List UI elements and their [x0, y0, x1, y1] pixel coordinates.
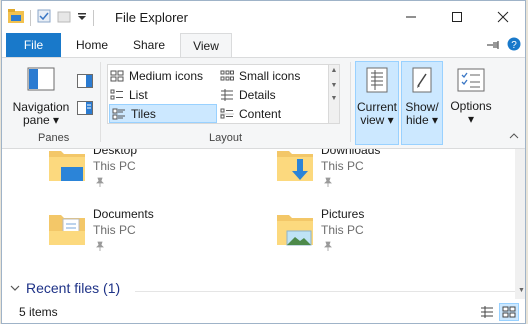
content-icon [220, 108, 234, 118]
preview-pane-icon[interactable] [77, 74, 93, 91]
new-folder-icon[interactable] [57, 9, 71, 26]
window-title: File Explorer [115, 10, 188, 25]
current-view-icon [366, 67, 388, 93]
pin-icon [95, 176, 105, 190]
status-view-buttons [477, 303, 519, 321]
scroll-down-icon[interactable]: ▼ [518, 287, 525, 294]
tab-view[interactable]: View [180, 33, 232, 58]
file-explorer-icon[interactable] [8, 9, 24, 26]
layout-small-icons[interactable]: Small icons [218, 66, 326, 85]
navigation-pane-icon [27, 67, 55, 91]
recent-files-label: Recent files (1) [26, 280, 121, 296]
folder-tile-desktop[interactable]: Desktop This PC [47, 149, 247, 193]
layout-details[interactable]: Details [218, 85, 326, 104]
panes-group-label: Panes [38, 132, 70, 144]
ribbon-view: Navigation pane ▾ Panes Medium icons Sma… [2, 57, 525, 149]
layout-tiles[interactable]: Tiles [109, 104, 217, 123]
options-button[interactable]: Options ▾ [446, 61, 496, 145]
gallery-expand-icon[interactable]: ▼ [329, 95, 339, 102]
recent-files-header[interactable]: Recent files (1) [10, 280, 120, 296]
file-explorer-window: File Explorer File Home Share View ? Nav… [1, 0, 526, 324]
options-icon [457, 68, 485, 92]
layout-gallery-scroller[interactable]: ▲ ▼ ▼ [328, 64, 340, 124]
current-view-button[interactable]: Current view ▾ [355, 61, 399, 145]
folder-name: Documents [93, 207, 154, 221]
layout-gallery: Medium icons Small icons List Details Ti… [107, 64, 329, 124]
pin-ribbon-icon[interactable] [487, 39, 501, 53]
chevron-down-icon [10, 285, 20, 291]
svg-text:?: ? [511, 40, 517, 51]
options-label-2: ▾ [467, 112, 475, 126]
folder-location: This PC [93, 223, 136, 237]
quick-access-toolbar [8, 9, 94, 26]
medium-icons-label: Medium icons [129, 68, 204, 83]
navigation-pane-button[interactable]: Navigation pane ▾ [10, 64, 72, 127]
gallery-scroll-down-icon[interactable]: ▼ [329, 82, 339, 89]
folder-tile-downloads[interactable]: Downloads This PC [275, 149, 475, 193]
minimize-button[interactable] [388, 1, 434, 33]
pin-icon [323, 240, 333, 254]
details-icon [221, 88, 233, 101]
tab-share[interactable]: Share [124, 33, 174, 57]
properties-icon[interactable] [37, 9, 51, 26]
pin-icon [323, 176, 333, 190]
layout-content[interactable]: Content [218, 104, 326, 123]
documents-folder-icon [49, 215, 85, 245]
tiles-label: Tiles [131, 106, 156, 121]
tab-home[interactable]: Home [66, 33, 118, 57]
current-view-label-2: view ▾ [360, 113, 394, 127]
maximize-button[interactable] [434, 1, 480, 33]
group-divider [100, 62, 101, 142]
qat-separator [93, 9, 94, 26]
customize-qat-chevron-icon[interactable] [77, 11, 87, 25]
folder-name: Pictures [321, 207, 365, 221]
details-pane-icon[interactable] [77, 101, 93, 118]
large-icons-view-button[interactable] [499, 303, 519, 321]
small-icons-icon [220, 70, 234, 80]
layout-group-label: Layout [209, 132, 243, 144]
desktop-folder-icon [49, 151, 85, 181]
status-bar: 5 items [2, 299, 525, 323]
medium-icons-icon [110, 70, 124, 81]
navigation-pane-label-2: pane ▾ [22, 113, 60, 127]
tab-file[interactable]: File [6, 33, 61, 57]
details-view-button[interactable] [477, 303, 497, 321]
vertical-scrollbar[interactable]: ▼ [515, 149, 525, 299]
group-divider [350, 62, 351, 142]
item-count: 5 items [19, 305, 58, 319]
pictures-folder-icon [277, 215, 313, 246]
ribbon-controls: ? [487, 37, 521, 54]
section-divider [135, 291, 515, 292]
close-button[interactable] [480, 1, 525, 33]
ribbon-tabs: File Home Share View ? [2, 33, 525, 58]
file-view: Desktop This PC Downloads This PC Docume… [2, 149, 515, 299]
details-label: Details [239, 87, 276, 102]
list-label: List [129, 87, 148, 102]
small-icons-label: Small icons [239, 68, 301, 83]
downloads-folder-icon [277, 151, 313, 181]
show-hide-label-2: hide ▾ [405, 113, 439, 127]
title-bar: File Explorer [2, 1, 525, 33]
help-icon[interactable]: ? [507, 37, 521, 54]
folder-name: Downloads [321, 149, 381, 157]
folder-name: Desktop [93, 149, 138, 157]
collapse-ribbon-icon[interactable] [509, 128, 519, 142]
gallery-scroll-up-icon[interactable]: ▲ [329, 67, 339, 74]
pin-icon [95, 240, 105, 254]
qat-separator [30, 9, 31, 26]
folder-location: This PC [321, 223, 364, 237]
list-icon [110, 89, 123, 99]
folder-tile-documents[interactable]: Documents This PC [47, 207, 247, 257]
folder-location: This PC [93, 159, 136, 173]
tiles-icon [112, 108, 125, 119]
content-label: Content [239, 106, 282, 121]
layout-medium-icons[interactable]: Medium icons [108, 66, 218, 85]
folder-location: This PC [321, 159, 364, 173]
show-hide-button[interactable]: Show/ hide ▾ [401, 61, 443, 145]
large-icons-view-icon [502, 306, 516, 318]
show-hide-icon [412, 67, 432, 93]
layout-list[interactable]: List [108, 85, 218, 104]
folder-tile-pictures[interactable]: Pictures This PC [275, 207, 475, 257]
details-view-icon [481, 306, 493, 318]
